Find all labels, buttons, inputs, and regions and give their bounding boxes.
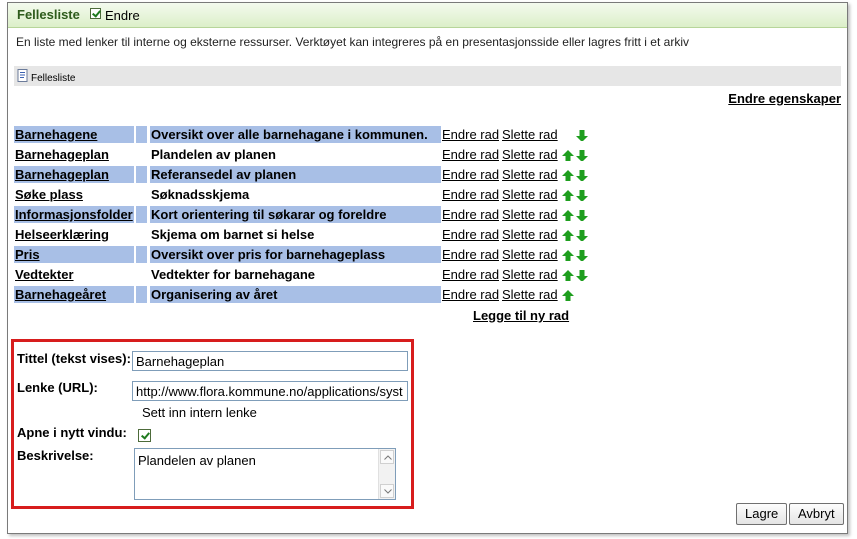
table-row: Barnehageplan Plandelen av planen Endre ra… — [14, 146, 614, 164]
toolbar: Fellesliste — [14, 66, 841, 86]
move-down-arrow-icon[interactable] — [576, 149, 588, 161]
edit-mode-label: Endre — [105, 8, 140, 23]
row-description: Oversikt over alle barnehagane i kommune… — [150, 126, 441, 143]
row-title-link[interactable]: Vedtekter — [14, 266, 134, 283]
move-down-arrow-icon[interactable] — [576, 169, 588, 181]
move-down-arrow-icon[interactable] — [576, 229, 588, 241]
move-up-arrow-icon[interactable] — [562, 189, 574, 201]
row-separator — [136, 186, 147, 203]
row-description: Skjema om barnet si helse — [151, 227, 315, 242]
row-title-link[interactable]: Barnehageplan — [14, 166, 134, 183]
row-separator — [136, 266, 147, 283]
move-up-arrow-icon[interactable] — [562, 209, 574, 221]
description-textarea[interactable]: Plandelen av planen — [134, 448, 396, 500]
save-button[interactable]: Lagre — [736, 503, 788, 525]
textarea-scrollbar[interactable] — [378, 449, 395, 499]
description-text: Plandelen av planen — [138, 453, 256, 468]
edit-properties-link[interactable]: Endre egenskaper — [728, 91, 841, 106]
chevron-down-icon — [384, 489, 392, 494]
row-title-link[interactable]: Søke plass — [14, 186, 134, 203]
row-title-link[interactable]: Pris — [14, 246, 134, 263]
row-description: Søknadsskjema — [151, 187, 250, 202]
move-down-arrow-icon[interactable] — [576, 249, 588, 261]
cancel-button[interactable]: Avbryt — [789, 503, 844, 525]
move-up-arrow-icon[interactable] — [562, 169, 574, 181]
delete-row-link[interactable]: Slette rad — [502, 146, 558, 163]
move-up-arrow-icon[interactable] — [562, 249, 574, 261]
row-separator — [136, 146, 147, 163]
row-title-link[interactable]: Helseerklæring — [14, 226, 134, 243]
row-edit-form: Tittel (tekst vises): Lenke (URL): Sett … — [11, 339, 414, 509]
row-separator — [136, 286, 147, 303]
url-input[interactable] — [132, 381, 408, 401]
row-description: Organisering av året — [150, 286, 441, 303]
move-up-arrow-icon[interactable] — [562, 229, 574, 241]
move-down-arrow-icon[interactable] — [576, 209, 588, 221]
row-separator — [136, 246, 147, 263]
edit-row-link[interactable]: Endre rad — [442, 266, 499, 283]
add-row-link[interactable]: Legge til ny rad — [473, 308, 569, 323]
table-row: Barnehageåret Organisering av året Endre r… — [14, 286, 614, 304]
panel-title: Fellesliste — [17, 7, 80, 22]
title-input[interactable] — [132, 351, 408, 371]
delete-row-link[interactable]: Slette rad — [502, 246, 558, 263]
row-separator — [136, 126, 147, 143]
move-up-arrow-icon[interactable] — [562, 269, 574, 281]
row-description: Kort orientering til søkarar og foreldre — [150, 206, 441, 223]
toolbar-label: Fellesliste — [31, 73, 76, 84]
delete-row-link[interactable]: Slette rad — [502, 166, 558, 183]
table-row: Pris Oversikt over pris for barnehageplas… — [14, 246, 614, 264]
row-title-link[interactable]: Barnehageåret — [14, 286, 134, 303]
delete-row-link[interactable]: Slette rad — [502, 266, 558, 283]
insert-intern-link[interactable]: Sett inn intern lenke — [142, 405, 257, 420]
row-separator — [136, 166, 147, 183]
table-row: Søke plass Søknadsskjema Endre rad Slette r… — [14, 186, 614, 204]
table-row: Helseerklæring Skjema om barnet si helse E… — [14, 226, 614, 244]
delete-row-link[interactable]: Slette rad — [502, 186, 558, 203]
delete-row-link[interactable]: Slette rad — [502, 286, 558, 303]
edit-row-link[interactable]: Endre rad — [442, 166, 499, 183]
row-description: Oversikt over pris for barnehageplass — [150, 246, 441, 263]
table-row: Barnehagene Oversikt over alle barnehagan… — [14, 126, 614, 144]
new-window-checkbox[interactable] — [138, 429, 151, 442]
edit-row-link[interactable]: Endre rad — [442, 186, 499, 203]
table-row: Informasjonsfolder Kort orientering til s… — [14, 206, 614, 224]
delete-row-link[interactable]: Slette rad — [502, 206, 558, 223]
row-title-link[interactable]: Barnehageplan — [14, 146, 134, 163]
move-up-arrow-icon[interactable] — [562, 289, 574, 301]
row-separator — [136, 206, 147, 223]
delete-row-link[interactable]: Slette rad — [502, 126, 558, 143]
scroll-down-button[interactable] — [380, 484, 394, 498]
edit-row-link[interactable]: Endre rad — [442, 286, 499, 303]
description-label: Beskrivelse: — [17, 448, 94, 463]
edit-row-link[interactable]: Endre rad — [442, 226, 499, 243]
panel-header: Fellesliste Endre — [8, 3, 847, 28]
move-down-arrow-icon[interactable] — [576, 189, 588, 201]
chevron-up-icon — [384, 455, 392, 460]
row-description: Vedtekter for barnehagane — [151, 267, 315, 282]
edit-mode-checkbox[interactable] — [90, 8, 101, 19]
edit-row-link[interactable]: Endre rad — [442, 146, 499, 163]
row-separator — [136, 226, 147, 243]
row-description: Plandelen av planen — [151, 147, 276, 162]
edit-row-link[interactable]: Endre rad — [442, 206, 499, 223]
delete-row-link[interactable]: Slette rad — [502, 226, 558, 243]
move-down-arrow-icon[interactable] — [576, 269, 588, 281]
row-title-link[interactable]: Informasjonsfolder — [14, 206, 134, 223]
edit-row-link[interactable]: Endre rad — [442, 246, 499, 263]
panel-description: En liste med lenker til interne og ekste… — [16, 35, 689, 49]
new-window-label: Apne i nytt vindu: — [17, 425, 127, 440]
fellesliste-panel: Fellesliste Endre En liste med lenker ti… — [7, 2, 848, 534]
document-icon — [17, 69, 28, 82]
edit-row-link[interactable]: Endre rad — [442, 126, 499, 143]
move-up-arrow-icon[interactable] — [562, 149, 574, 161]
title-label: Tittel (tekst vises): — [17, 351, 131, 366]
scroll-up-button[interactable] — [380, 450, 394, 464]
table-row: Barnehageplan Referansedel av planen Endre… — [14, 166, 614, 184]
move-down-arrow-icon[interactable] — [576, 129, 588, 141]
row-title-link[interactable]: Barnehagene — [14, 126, 134, 143]
table-row: Vedtekter Vedtekter for barnehagane Endre … — [14, 266, 614, 284]
row-description: Referansedel av planen — [150, 166, 441, 183]
url-label: Lenke (URL): — [17, 380, 98, 395]
